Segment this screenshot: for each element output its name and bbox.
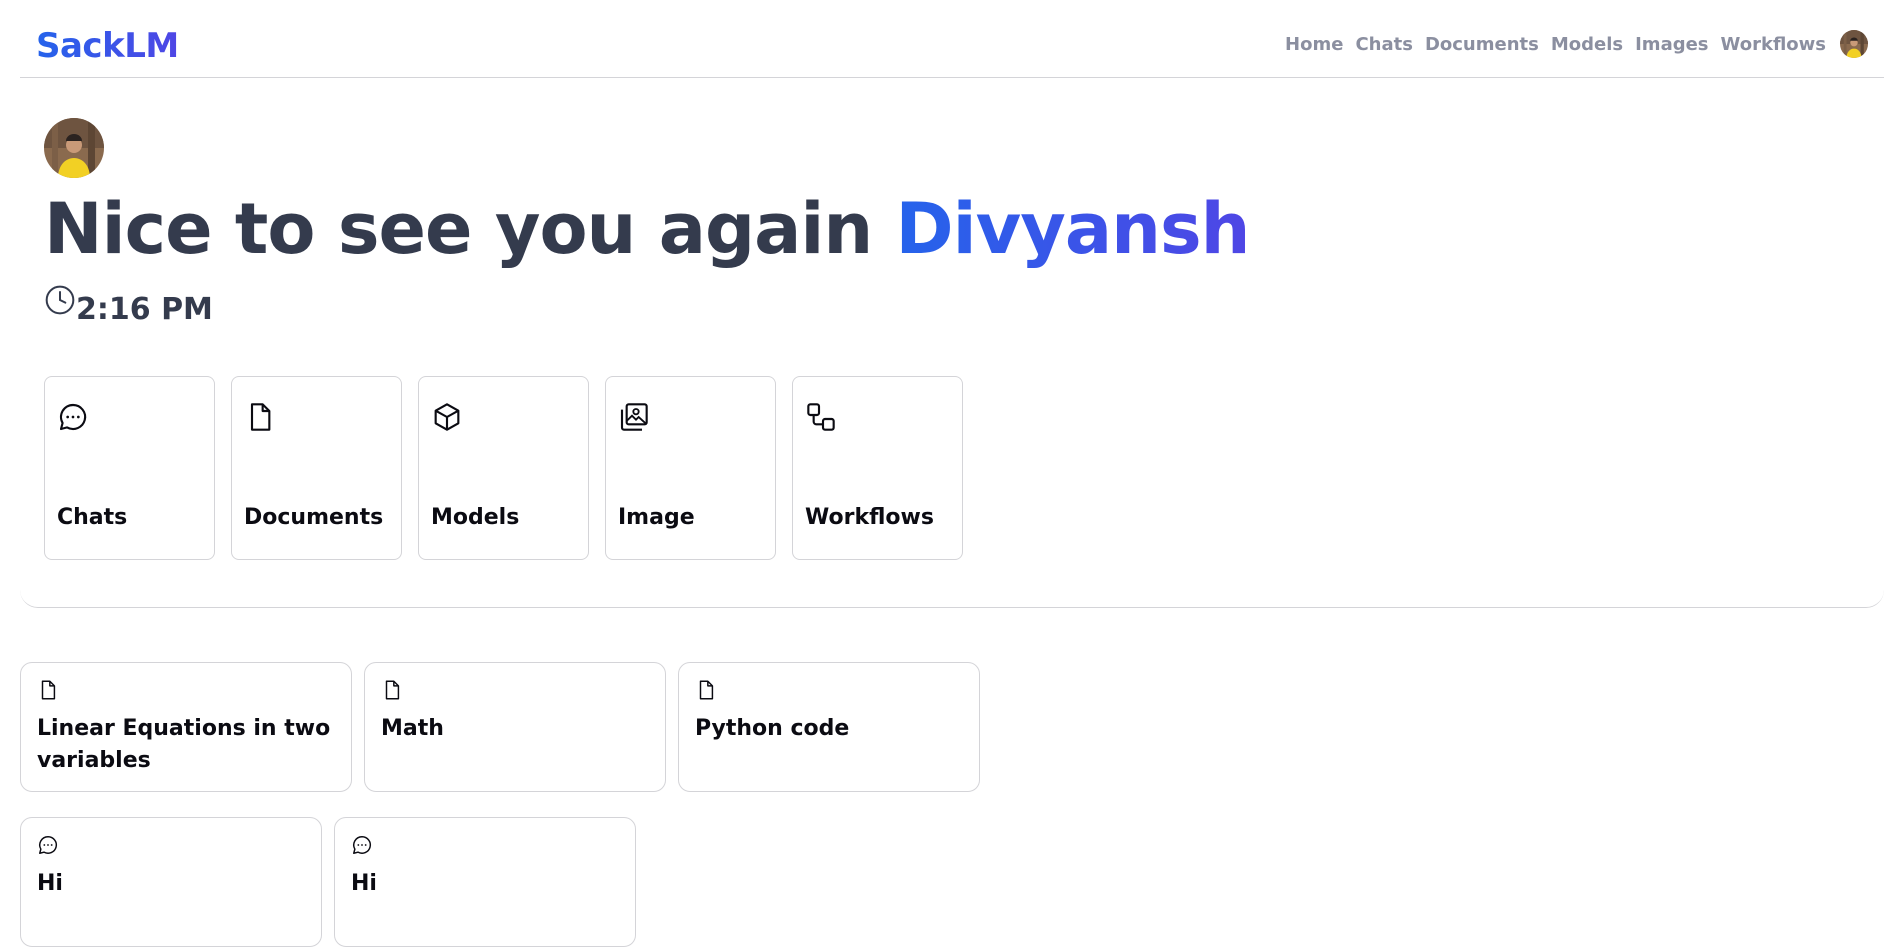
nav-link-workflows[interactable]: Workflows [1721,34,1826,55]
document-icon [37,679,59,701]
card-title: Math [381,716,444,741]
recent-document-card[interactable]: Math [364,662,666,792]
tile-chats[interactable]: Chats [44,376,215,560]
document-icon [244,401,276,433]
cube-icon [431,401,463,433]
nav-link-models[interactable]: Models [1551,34,1623,55]
nav-link-chats[interactable]: Chats [1355,34,1413,55]
chat-bubble-icon [351,834,373,856]
greeting-text: Nice to see you again [44,188,873,270]
profile-avatar [44,118,104,178]
welcome-section: Nice to see you again Divyansh 2:16 PM C… [20,78,1884,608]
tile-label: Models [431,505,520,530]
tile-documents[interactable]: Documents [231,376,402,560]
document-icon [381,679,403,701]
tile-models[interactable]: Models [418,376,589,560]
document-icon [695,679,717,701]
card-title: Hi [351,871,377,896]
clock-icon [44,284,76,320]
user-name: Divyansh [895,188,1251,270]
recent-document-card[interactable]: Python code [678,662,980,792]
time-text: 2:16 PM [76,292,213,327]
chat-bubble-icon [57,401,89,433]
tile-workflows[interactable]: Workflows [792,376,963,560]
tile-label: Image [618,505,695,530]
chat-bubble-icon [37,834,59,856]
greeting-heading: Nice to see you again Divyansh [44,188,1251,270]
tile-label: Workflows [805,505,934,530]
images-icon [618,401,650,433]
tile-label: Chats [57,505,128,530]
nav-link-home[interactable]: Home [1285,34,1343,55]
nav-links: Home Chats Documents Models Images Workf… [1273,30,1868,58]
recent-chat-card[interactable]: Hi [334,817,636,947]
tile-label: Documents [244,505,384,530]
nav-link-images[interactable]: Images [1635,34,1708,55]
user-avatar[interactable] [1840,30,1868,58]
recent-chat-card[interactable]: Hi [20,817,322,947]
card-title: Linear Equations in two variables [37,716,331,773]
app-logo[interactable]: SackLM [36,26,179,66]
recent-document-card[interactable]: Linear Equations in two variables [20,662,352,792]
card-title: Python code [695,716,850,741]
card-title: Hi [37,871,63,896]
workflow-icon [805,401,837,433]
nav-link-documents[interactable]: Documents [1425,34,1539,55]
tile-image[interactable]: Image [605,376,776,560]
quick-links: Chats Documents Models Image Workflows [44,376,979,560]
current-time: 2:16 PM [44,284,213,327]
top-navbar: SackLM Home Chats Documents Models Image… [20,0,1884,78]
